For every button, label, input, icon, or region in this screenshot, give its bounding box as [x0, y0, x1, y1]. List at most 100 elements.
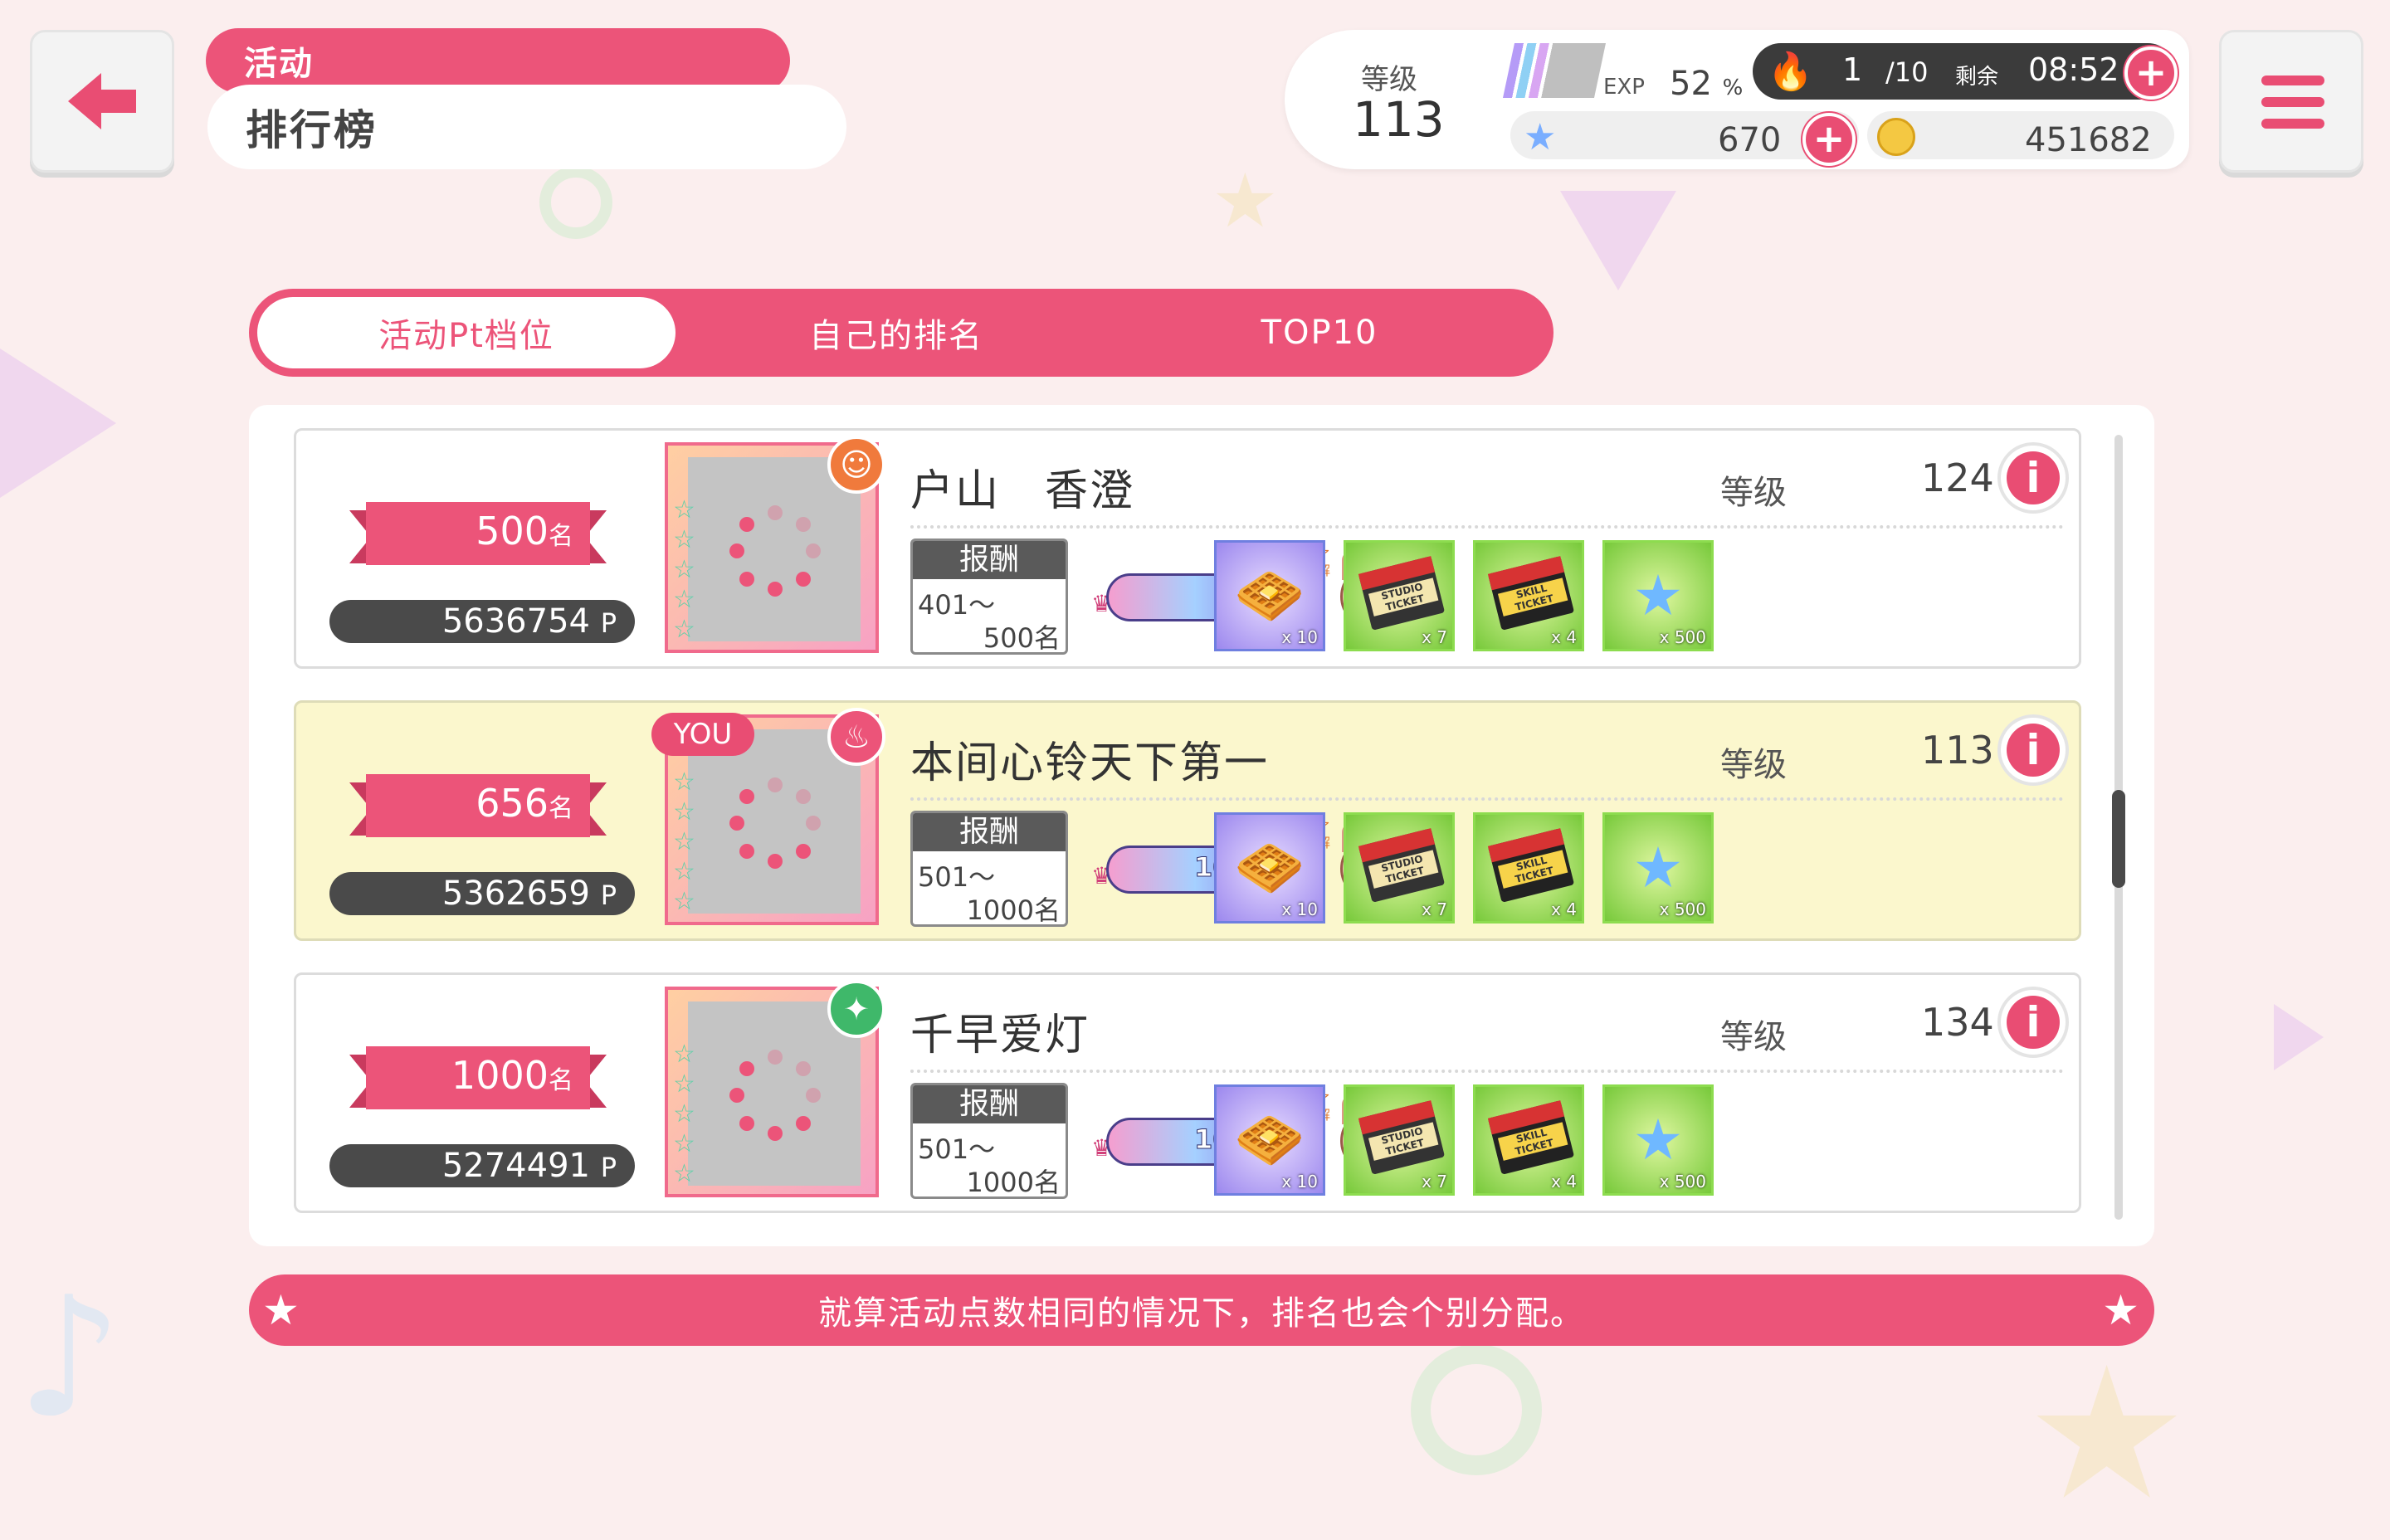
- item-count: x 500: [1659, 1172, 1706, 1192]
- points-pill: 5274491 P: [329, 1144, 635, 1187]
- reward-item-bread[interactable]: 🧇 x 10: [1214, 812, 1325, 924]
- info-icon: i: [2007, 451, 2060, 504]
- loading-spinner-icon: [729, 777, 821, 869]
- menu-icon-line: [2261, 76, 2324, 85]
- reward-item-bread[interactable]: 🧇 x 10: [1214, 540, 1325, 651]
- rank-unit: 名: [549, 522, 573, 551]
- loading-spinner-icon: [729, 505, 821, 597]
- reward-range: 报酬 401～ 500名: [910, 539, 1068, 655]
- reward-item-star[interactable]: ★ x 500: [1602, 812, 1714, 924]
- reward-label: 报酬: [913, 541, 1066, 579]
- back-button[interactable]: [30, 30, 174, 173]
- item-count: x 4: [1551, 627, 1577, 647]
- rank-ribbon: 1000名: [349, 1046, 607, 1109]
- reward-item-star[interactable]: ★ x 500: [1602, 540, 1714, 651]
- back-arrow-icon: [68, 73, 136, 129]
- studio-ticket-icon: STUDIO TICKET: [1358, 1100, 1446, 1175]
- exp-unit: %: [1722, 76, 1744, 100]
- player-level: 124: [1921, 456, 1994, 500]
- rank-ribbon: 656名: [349, 774, 607, 837]
- player-level: 113: [1921, 728, 1994, 772]
- notice-banner: ★ 就算活动点数相同的情况下，排名也会个别分配。 ★: [249, 1274, 2154, 1346]
- reward-item-studio-ticket[interactable]: STUDIO TICKET x 7: [1344, 1084, 1455, 1196]
- bg-star-decoration: ★: [1212, 158, 1279, 245]
- menu-icon-line: [2261, 97, 2324, 107]
- ranking-tabs: 活动Pt档位 自己的排名 TOP10: [249, 289, 1554, 377]
- studio-ticket-icon: STUDIO TICKET: [1358, 828, 1446, 903]
- studio-ticket-icon: STUDIO TICKET: [1358, 556, 1446, 631]
- player-name: 千早爱灯: [910, 1011, 1090, 1060]
- ranking-row-you[interactable]: 656名 5362659 P ☆ ☆ ☆ ☆ ☆ ♨ YOU 本间心铃天下第一 等级 1…: [294, 700, 2081, 941]
- exp-label: EXP: [1603, 75, 1645, 100]
- stamina-remaining-label: 剩余: [1955, 65, 1999, 90]
- star-icon: ★: [2102, 1286, 2141, 1334]
- reward-item-skill-ticket[interactable]: SKILL TICKET x 4: [1473, 1084, 1584, 1196]
- bg-triangle-decoration: [0, 348, 116, 498]
- tab-my-rank[interactable]: 自己的排名: [689, 289, 1104, 377]
- reward-item-studio-ticket[interactable]: STUDIO TICKET x 7: [1344, 812, 1455, 924]
- page-title: 排行榜: [207, 85, 846, 169]
- rank-ribbon: 500名: [349, 502, 607, 565]
- divider: [910, 525, 2064, 529]
- divider: [910, 797, 2064, 801]
- ranking-row[interactable]: 1000名 5274491 P ☆ ☆ ☆ ☆ ☆ ✦ 千早爱灯 等级 134 i 报酬…: [294, 972, 2081, 1213]
- item-count: x 10: [1281, 1172, 1318, 1192]
- rank-unit: 名: [549, 1066, 573, 1095]
- stamina-max: /10: [1885, 56, 1929, 88]
- info-button[interactable]: i: [1997, 442, 2069, 514]
- item-count: x 4: [1551, 899, 1577, 919]
- item-count: x 500: [1659, 627, 1706, 647]
- info-button[interactable]: i: [1997, 987, 2069, 1058]
- bg-note-decoration: ♪: [17, 1261, 123, 1455]
- star-icon: ★: [1524, 116, 1557, 158]
- tab-top10[interactable]: TOP10: [1112, 289, 1527, 377]
- item-count: x 500: [1659, 899, 1706, 919]
- star-icon: ★: [262, 1286, 301, 1334]
- player-level-label: 等级: [1720, 1018, 1787, 1056]
- rank-unit: 名: [549, 794, 573, 823]
- sparkle-icon: ✦: [827, 980, 885, 1038]
- points-unit: P: [600, 1152, 617, 1183]
- reward-range: 报酬 501～ 1000名: [910, 1083, 1068, 1199]
- skill-ticket-icon: SKILL TICKET: [1487, 1100, 1575, 1175]
- points-unit: P: [600, 880, 617, 911]
- item-count: x 10: [1281, 899, 1318, 919]
- reward-item-skill-ticket[interactable]: SKILL TICKET x 4: [1473, 812, 1584, 924]
- player-level-label: 等级: [1720, 746, 1787, 784]
- menu-button[interactable]: [2219, 30, 2363, 173]
- player-name: 户山 香澄: [910, 466, 1135, 516]
- stamina-current: 1: [1842, 51, 1863, 88]
- rank-value: 656: [476, 781, 549, 826]
- bg-ring-decoration: [539, 166, 612, 239]
- item-count: x 7: [1422, 627, 1447, 647]
- points-pill: 5362659 P: [329, 872, 635, 915]
- points-value: 5362659: [441, 875, 590, 913]
- points-pill: 5636754 P: [329, 600, 635, 643]
- reward-item-studio-ticket[interactable]: STUDIO TICKET x 7: [1344, 540, 1455, 651]
- ranking-row[interactable]: 500名 5636754 P ☆ ☆ ☆ ☆ ☆ ☺ 户山 香澄 等级 124 i 报酬…: [294, 428, 2081, 669]
- card-stars-icon: ☆ ☆ ☆ ☆ ☆: [673, 1040, 695, 1188]
- star-plus-button[interactable]: +: [1802, 113, 1856, 166]
- player-card[interactable]: ☆ ☆ ☆ ☆ ☆ ☺: [665, 436, 885, 653]
- bg-star-decoration: ★: [2025, 1328, 2189, 1540]
- divider: [910, 1070, 2064, 1073]
- reward-item-bread[interactable]: 🧇 x 10: [1214, 1084, 1325, 1196]
- you-tag: YOU: [651, 713, 754, 756]
- player-card[interactable]: ☆ ☆ ☆ ☆ ☆ ✦: [665, 980, 885, 1197]
- stamina-plus-button[interactable]: +: [2124, 46, 2178, 100]
- tab-event-pt-tiers[interactable]: 活动Pt档位: [257, 297, 676, 368]
- item-count: x 7: [1422, 899, 1447, 919]
- player-level: 134: [1921, 1000, 1994, 1045]
- item-count: x 10: [1281, 627, 1318, 647]
- bg-ring-decoration: [1411, 1344, 1542, 1475]
- reward-item-skill-ticket[interactable]: SKILL TICKET x 4: [1473, 540, 1584, 651]
- page-category: 活动: [206, 28, 790, 93]
- scrollbar-thumb[interactable]: [2112, 790, 2125, 888]
- loading-spinner-icon: [729, 1050, 821, 1141]
- reward-range: 报酬 501～ 1000名: [910, 811, 1068, 927]
- reward-to: 500名: [983, 622, 1061, 654]
- reward-label: 报酬: [913, 813, 1066, 851]
- smile-icon: ☺: [827, 436, 885, 494]
- info-button[interactable]: i: [1997, 714, 2069, 786]
- reward-item-star[interactable]: ★ x 500: [1602, 1084, 1714, 1196]
